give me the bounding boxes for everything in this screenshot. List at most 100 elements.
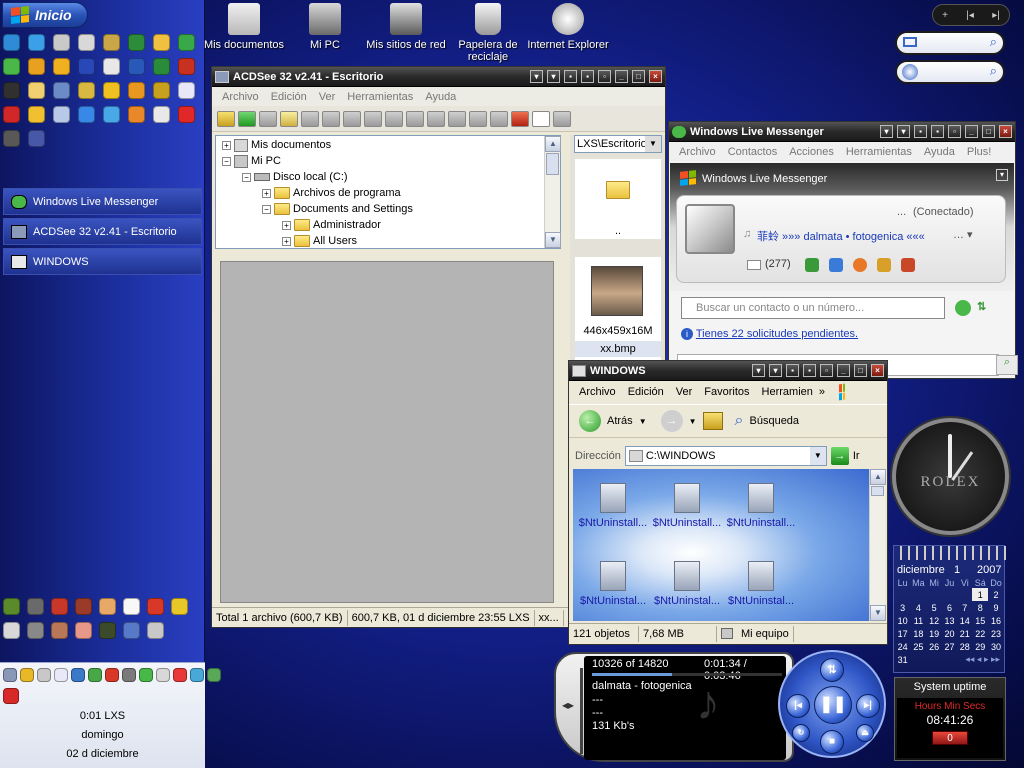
- app-icon[interactable]: [78, 58, 95, 75]
- app-icon[interactable]: [122, 668, 136, 682]
- pin-button[interactable]: ▾: [530, 70, 543, 83]
- maximize-button[interactable]: □: [854, 364, 867, 377]
- app-icon[interactable]: [28, 130, 45, 147]
- search-label[interactable]: Búsqueda: [750, 415, 800, 427]
- app-icon[interactable]: [3, 130, 20, 147]
- back-label[interactable]: Atrás: [607, 415, 633, 427]
- search-icon[interactable]: ⌕: [735, 412, 744, 430]
- volume-slider[interactable]: [580, 668, 583, 754]
- app-icon[interactable]: [128, 106, 145, 123]
- app-icon[interactable]: [877, 258, 891, 272]
- calendar-nav[interactable]: ◂◂ ◂ ▸ ▸▸: [910, 653, 1004, 666]
- go-label[interactable]: Ir: [853, 450, 860, 462]
- dropdown-icon[interactable]: ▼: [809, 447, 826, 465]
- file-item[interactable]: $NtUninstal...: [725, 561, 797, 607]
- app-icon[interactable]: [123, 622, 140, 639]
- day-cell[interactable]: 20: [942, 627, 957, 640]
- back-arrow-icon[interactable]: ←: [579, 410, 601, 432]
- menu-archivo[interactable]: Archivo: [673, 146, 722, 158]
- day-cell[interactable]: 23: [988, 627, 1004, 640]
- menu-archivo[interactable]: Archivo: [573, 386, 622, 398]
- file-item[interactable]: $NtUninstall...: [577, 483, 649, 529]
- app-icon[interactable]: [123, 598, 140, 615]
- transparency-button[interactable]: ▫: [948, 125, 961, 138]
- ie-icon[interactable]: [28, 34, 45, 51]
- next-button[interactable]: ▸|: [856, 694, 880, 718]
- up-folder-icon[interactable]: [702, 412, 723, 430]
- tree-node-program-files[interactable]: + Archivos de programa: [262, 185, 401, 201]
- close-button[interactable]: ×: [649, 70, 662, 83]
- app-icon[interactable]: [105, 668, 119, 682]
- repeat-button[interactable]: ↻: [792, 724, 810, 742]
- app-icon[interactable]: [3, 82, 20, 99]
- menu-herramientas[interactable]: Herramientas: [341, 91, 419, 103]
- file-item[interactable]: $NtUninstall...: [651, 483, 723, 529]
- copy-button[interactable]: [385, 110, 403, 127]
- pin-button[interactable]: ▾: [752, 364, 765, 377]
- acdsee-titlebar[interactable]: ACDSee 32 v2.41 - Escritorio ▾ ▾ ▪ ▪ ▫ _ □ ×: [212, 67, 665, 87]
- grid-button[interactable]: ▪: [914, 125, 927, 138]
- app-icon[interactable]: [88, 668, 102, 682]
- mail-icon[interactable]: [747, 260, 761, 270]
- menu-acciones[interactable]: Acciones: [783, 146, 840, 158]
- status-label[interactable]: (Conectado): [913, 206, 974, 218]
- more-options-icon[interactable]: … ▾: [953, 228, 973, 241]
- scroll-down-button[interactable]: ▼: [545, 232, 561, 248]
- day-cell[interactable]: 27: [942, 640, 957, 653]
- menu-toggle-icon[interactable]: ▾: [996, 169, 1008, 181]
- collapse-icon[interactable]: −: [262, 204, 271, 214]
- app-icon[interactable]: [78, 106, 95, 123]
- app-icon[interactable]: [78, 82, 95, 99]
- contact-search-input[interactable]: Buscar un contacto o un número...: [681, 297, 945, 319]
- layer-button[interactable]: ▪: [803, 364, 816, 377]
- layer-button[interactable]: ▪: [581, 70, 594, 83]
- balance-icon[interactable]: ◂▸: [562, 698, 574, 712]
- day-cell[interactable]: 4: [910, 601, 926, 614]
- desktop-icon-recycle-bin[interactable]: Papelera de reciclaje: [443, 3, 533, 63]
- search-gadget-1[interactable]: ⌕: [895, 31, 1005, 55]
- app-icon[interactable]: [75, 598, 92, 615]
- day-cell[interactable]: 3: [895, 601, 910, 614]
- tool-button[interactable]: [301, 110, 319, 127]
- app-icon[interactable]: [28, 58, 45, 75]
- app-icon[interactable]: [171, 598, 188, 615]
- address-input[interactable]: C:\WINDOWS ▼: [624, 446, 827, 466]
- search-icon[interactable]: ⌕: [996, 355, 1018, 375]
- app-icon[interactable]: [128, 34, 145, 51]
- menu-ver[interactable]: Ver: [313, 91, 342, 103]
- explorer-titlebar[interactable]: WINDOWS ▾ ▾ ▪ ▪ ▫ _ □ ×: [569, 361, 887, 381]
- day-cell[interactable]: 26: [926, 640, 941, 653]
- day-cell[interactable]: [895, 588, 910, 601]
- avatar[interactable]: [685, 204, 735, 254]
- file-item[interactable]: $NtUninstal...: [577, 561, 649, 607]
- app-icon[interactable]: [103, 82, 120, 99]
- messenger-titlebar[interactable]: Windows Live Messenger ▾ ▾ ▪ ▪ ▫ _ □ ×: [669, 122, 1015, 142]
- app-icon[interactable]: [178, 58, 195, 75]
- app-icon[interactable]: [128, 82, 145, 99]
- personal-message[interactable]: 菲蛉 »»» dalmata • fotogenica «««: [757, 228, 925, 244]
- expand-icon[interactable]: +: [262, 188, 271, 198]
- app-icon[interactable]: [27, 598, 44, 615]
- layer-button[interactable]: ▪: [931, 125, 944, 138]
- menu-archivo[interactable]: Archivo: [216, 91, 265, 103]
- maximize-button[interactable]: □: [632, 70, 645, 83]
- delete-button[interactable]: [427, 110, 445, 127]
- app-icon[interactable]: [103, 58, 120, 75]
- tree-node-my-documents[interactable]: + Mis documentos: [222, 137, 331, 153]
- app-icon[interactable]: [71, 668, 85, 682]
- app-icon[interactable]: [190, 668, 204, 682]
- app-icon[interactable]: [20, 668, 34, 682]
- app-icon[interactable]: [3, 688, 19, 704]
- app-icon[interactable]: [178, 34, 195, 51]
- day-cell-today[interactable]: 1: [972, 588, 989, 601]
- scroll-thumb[interactable]: [546, 153, 559, 175]
- tool-button[interactable]: [490, 110, 508, 127]
- day-cell[interactable]: 9: [988, 601, 1004, 614]
- app-icon[interactable]: [53, 82, 70, 99]
- dropdown-icon[interactable]: ▼: [645, 136, 661, 152]
- add-contact-icon[interactable]: [955, 300, 971, 316]
- view-button[interactable]: [553, 110, 571, 127]
- minimize-button[interactable]: _: [965, 125, 978, 138]
- app-icon[interactable]: [53, 34, 70, 51]
- app-icon[interactable]: [75, 622, 92, 639]
